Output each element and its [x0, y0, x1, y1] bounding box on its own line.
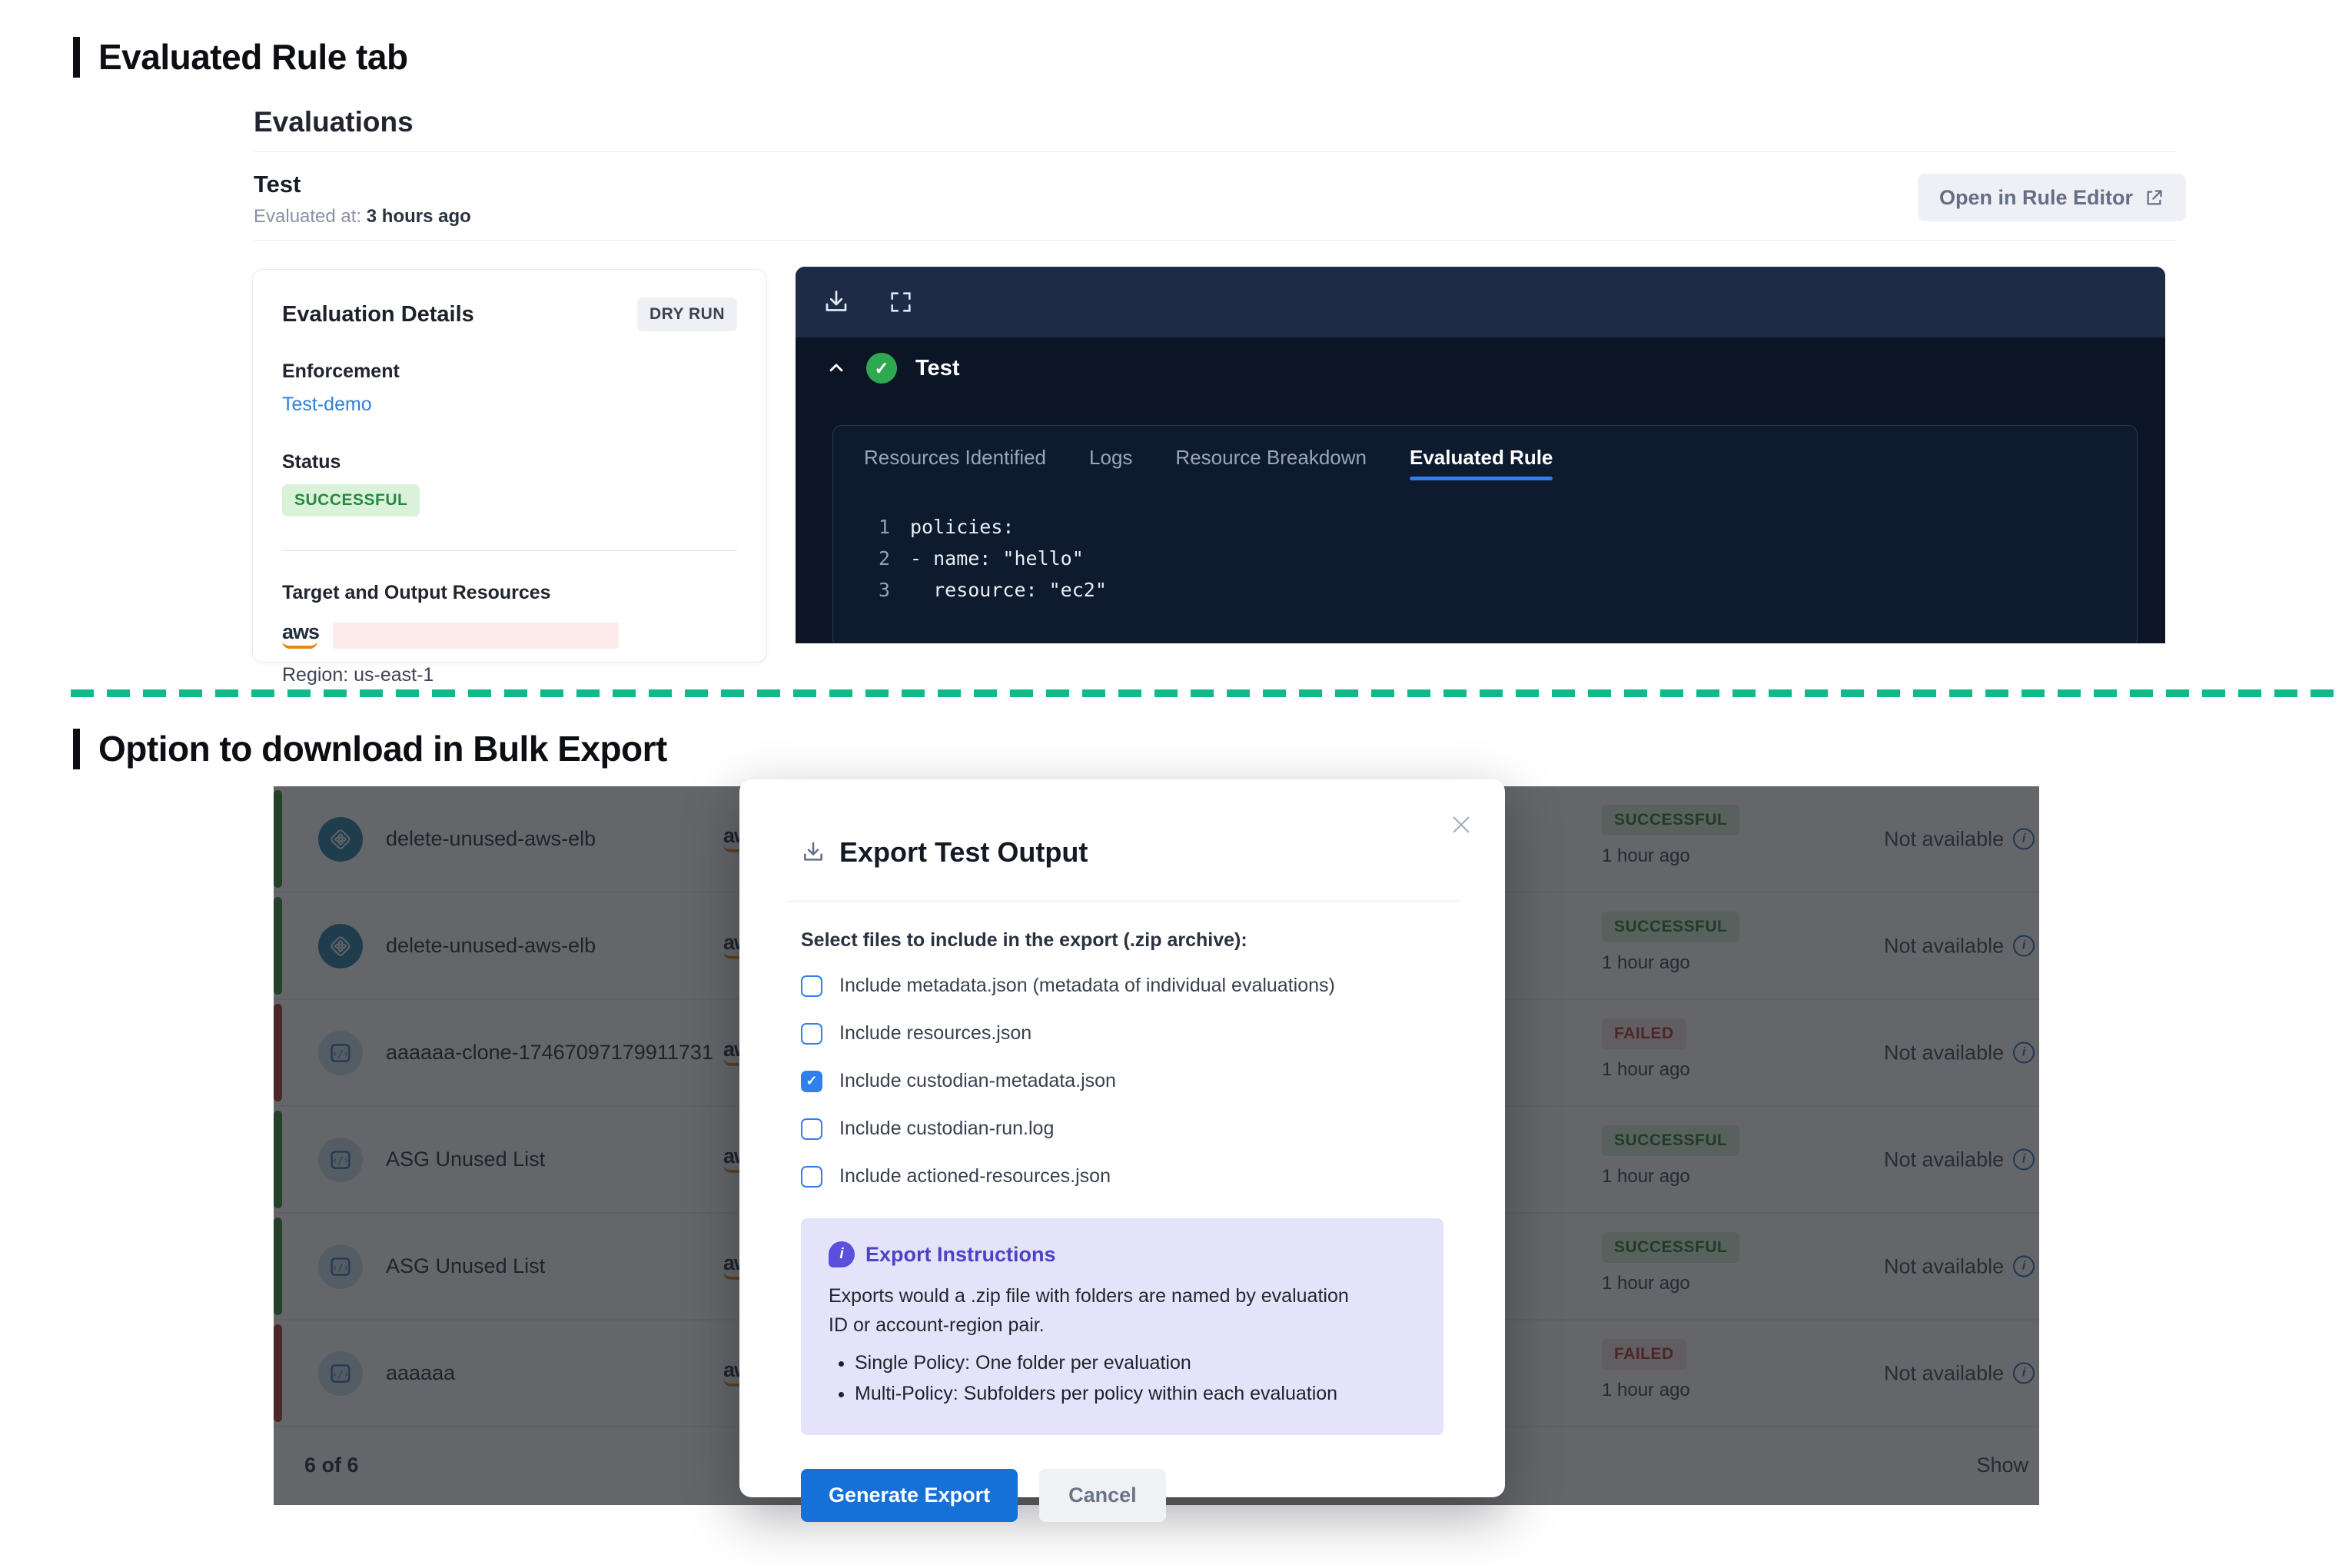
modal-title: Export Test Output — [839, 836, 1088, 869]
evaluated-at-value: 3 hours ago — [367, 206, 471, 227]
checkbox-label: Include actioned-resources.json — [839, 1165, 1111, 1188]
region-text: Region: us-east-1 — [282, 664, 737, 686]
evaluation-details-title: Evaluation Details — [282, 302, 474, 327]
divider — [254, 151, 2177, 152]
generate-export-button[interactable]: Generate Export — [801, 1469, 1018, 1522]
export-modal: Export Test Output Select files to inclu… — [739, 779, 1505, 1497]
checkbox-row[interactable]: ✓ Include actioned-resources.json — [801, 1165, 1443, 1188]
checkbox-row[interactable]: ✓ Include custodian-metadata.json — [801, 1070, 1443, 1092]
section-heading-evaluated-rule-tab: Evaluated Rule tab — [73, 37, 408, 78]
evaluated-at-label: Evaluated at: — [254, 206, 361, 227]
viewer-tabs: Resources Identified Logs Resource Breakdo… — [833, 426, 2137, 480]
checkbox-row[interactable]: ✓ Include resources.json — [801, 1022, 1443, 1045]
export-instructions-title: Export Instructions — [865, 1243, 1056, 1267]
dry-run-badge: DRY RUN — [637, 297, 737, 331]
dashed-separator — [71, 689, 2335, 697]
status-label: Status — [282, 451, 737, 473]
code-line: 2- name: "hello" — [867, 543, 2137, 574]
checkbox-label: Include custodian-run.log — [839, 1118, 1054, 1140]
evaluation-viewer-panel: ✓ Test Resources Identified Logs Resource … — [796, 267, 2165, 643]
viewer-group-title: Test — [915, 356, 959, 381]
divider — [786, 901, 1459, 902]
tab-logs[interactable]: Logs — [1089, 446, 1132, 480]
enforcement-label: Enforcement — [282, 360, 737, 383]
status-badge: SUCCESSFUL — [282, 484, 420, 517]
checkbox[interactable]: ✓ — [801, 1071, 822, 1092]
tab-resources-identified[interactable]: Resources Identified — [864, 446, 1046, 480]
viewer-toolbar — [796, 267, 2165, 337]
success-check-icon: ✓ — [866, 353, 897, 384]
checkbox[interactable]: ✓ — [801, 1118, 822, 1140]
tab-resource-breakdown[interactable]: Resource Breakdown — [1175, 446, 1367, 480]
checkbox-label: Include metadata.json (metadata of indiv… — [839, 975, 1335, 997]
external-link-icon — [2144, 188, 2164, 208]
section-heading-bulk-export: Option to download in Bulk Export — [73, 729, 667, 769]
evaluated-at: Evaluated at: 3 hours ago — [254, 206, 471, 228]
collapse-chevron-icon[interactable] — [825, 357, 848, 380]
open-in-rule-editor-button[interactable]: Open in Rule Editor — [1918, 174, 2186, 221]
instruction-bullet: Multi-Policy: Subfolders per policy with… — [855, 1378, 1416, 1409]
cancel-button[interactable]: Cancel — [1039, 1469, 1166, 1522]
select-files-label: Select files to include in the export (.… — [801, 929, 1443, 952]
open-in-rule-editor-label: Open in Rule Editor — [1939, 186, 2133, 210]
export-instructions-box: i Export Instructions Exports would a .z… — [801, 1218, 1443, 1435]
redacted-resource-text — [333, 623, 619, 649]
enforcement-link[interactable]: Test-demo — [282, 394, 372, 416]
export-instructions-body: Exports would a .zip file with folders a… — [829, 1281, 1351, 1340]
checkbox-row[interactable]: ✓ Include custodian-run.log — [801, 1118, 1443, 1140]
viewer-inner-panel: Resources Identified Logs Resource Breakdo… — [832, 425, 2138, 643]
divider — [282, 550, 737, 551]
download-icon[interactable] — [822, 287, 851, 317]
code-line: 1policies: — [867, 511, 2137, 543]
checkbox[interactable]: ✓ — [801, 1023, 822, 1045]
download-icon — [801, 840, 826, 865]
active-tab-underline — [1089, 477, 1132, 480]
active-tab-underline — [864, 477, 1046, 480]
tab-evaluated-rule[interactable]: Evaluated Rule — [1410, 446, 1553, 480]
evaluation-details-card: Evaluation Details DRY RUN Enforcement T… — [252, 269, 767, 663]
active-tab-underline — [1175, 477, 1367, 480]
active-tab-underline — [1410, 477, 1553, 480]
divider — [254, 240, 2177, 241]
checkbox[interactable]: ✓ — [801, 975, 822, 997]
instruction-bullet: Single Policy: One folder per evaluation — [855, 1347, 1416, 1378]
evaluation-name: Test — [254, 171, 301, 198]
checkbox-label: Include resources.json — [839, 1022, 1031, 1045]
code-editor[interactable]: 1policies:2- name: "hello"3 resource: "e… — [833, 511, 2137, 606]
export-instructions-bullets: Single Policy: One folder per evaluation… — [829, 1347, 1416, 1409]
close-icon[interactable] — [1447, 810, 1476, 839]
checkbox-list: ✓ Include metadata.json (metadata of ind… — [801, 975, 1443, 1188]
evaluations-title: Evaluations — [254, 106, 414, 138]
page: Evaluated Rule tab Evaluations Test Eval… — [0, 0, 2352, 1568]
code-line: 3 resource: "ec2" — [867, 574, 2137, 606]
target-resources-label: Target and Output Resources — [282, 582, 737, 604]
checkbox-label: Include custodian-metadata.json — [839, 1070, 1116, 1092]
aws-logo: aws — [282, 623, 322, 649]
fullscreen-icon[interactable] — [886, 287, 915, 317]
checkbox[interactable]: ✓ — [801, 1166, 822, 1188]
info-icon: i — [829, 1241, 855, 1267]
checkbox-row[interactable]: ✓ Include metadata.json (metadata of ind… — [801, 975, 1443, 997]
